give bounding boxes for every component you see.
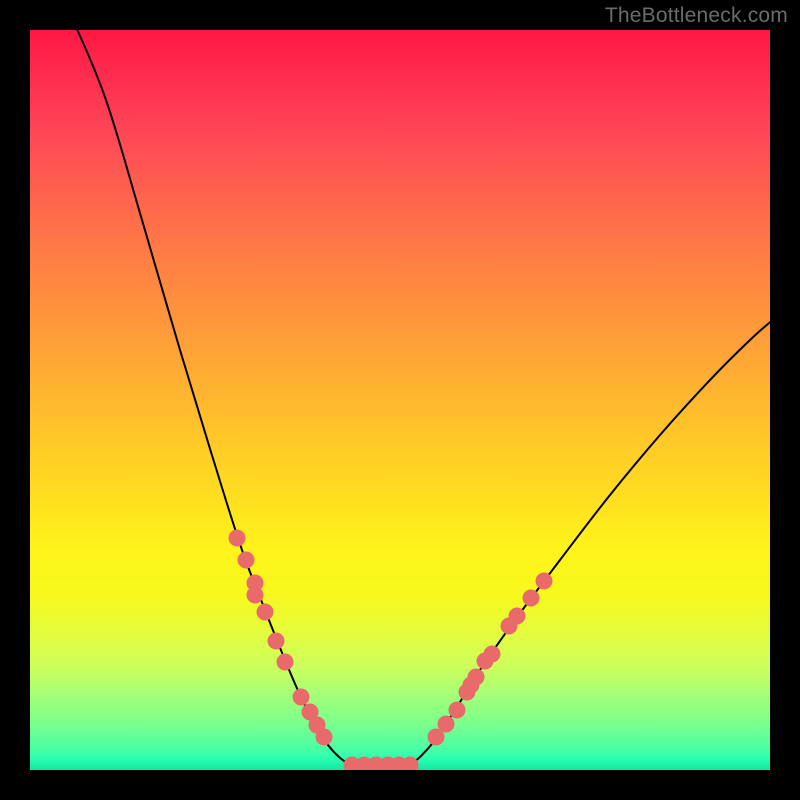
data-point: [238, 552, 255, 569]
data-point: [293, 689, 310, 706]
data-point: [368, 757, 385, 771]
chart-svg: [30, 30, 770, 770]
data-point: [302, 704, 319, 721]
data-point: [356, 757, 373, 771]
data-point: [428, 729, 445, 746]
data-point: [523, 590, 540, 607]
chart-plot-area: [30, 30, 770, 770]
data-point: [468, 669, 485, 686]
data-point: [316, 729, 333, 746]
data-point: [344, 757, 361, 771]
data-point: [229, 530, 246, 547]
data-point: [257, 604, 274, 621]
data-point: [509, 608, 526, 625]
curve-right: [410, 318, 770, 765]
data-point: [402, 757, 419, 771]
marker-dots: [229, 530, 553, 771]
data-point: [247, 575, 264, 592]
data-point: [477, 653, 494, 670]
data-point: [501, 618, 518, 635]
data-point: [438, 716, 455, 733]
watermark-text: TheBottleneck.com: [605, 4, 788, 28]
data-point: [309, 717, 326, 734]
data-point: [449, 702, 466, 719]
data-point: [380, 757, 397, 771]
data-point: [459, 684, 476, 701]
curve-left: [73, 30, 350, 765]
data-point: [247, 587, 264, 604]
data-point: [391, 757, 408, 771]
data-point: [484, 646, 501, 663]
data-point: [536, 573, 553, 590]
data-point: [463, 677, 480, 694]
data-point: [277, 654, 294, 671]
data-point: [268, 633, 285, 650]
